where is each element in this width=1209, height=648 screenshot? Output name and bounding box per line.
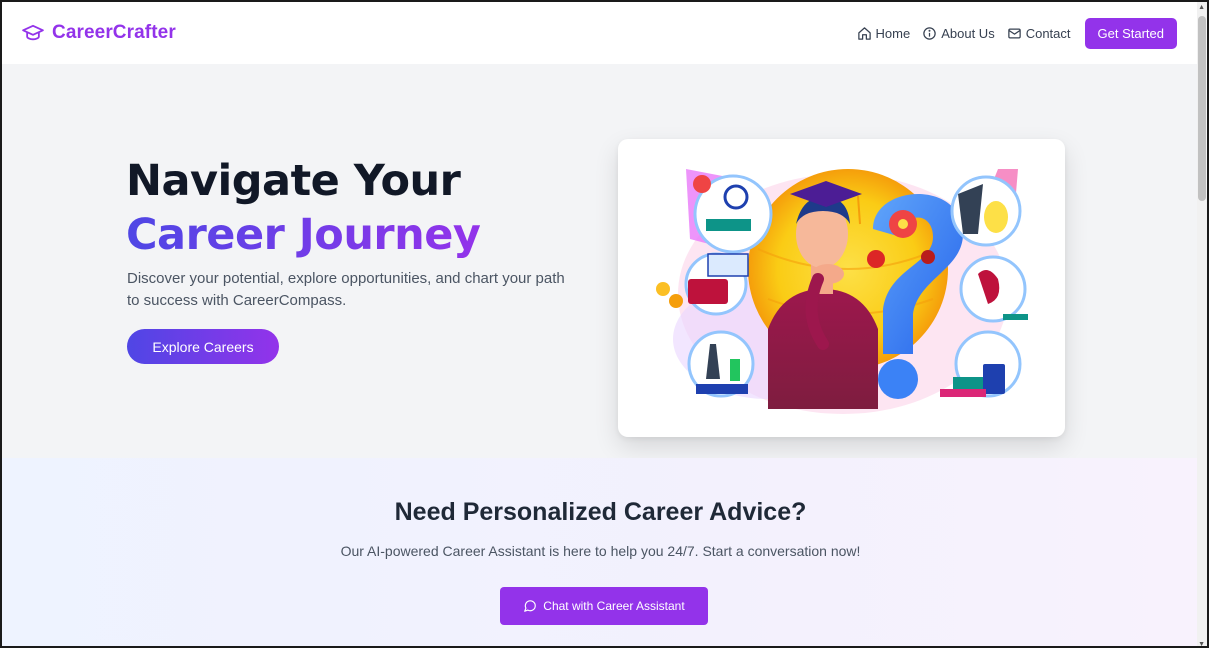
chat-button-label: Chat with Career Assistant — [543, 599, 685, 613]
nav-menu: Home About Us Contact Get Started — [857, 17, 1177, 49]
nav-link-label: Contact — [1025, 25, 1071, 41]
career-advice-section: Need Personalized Career Advice? Our AI-… — [2, 458, 1199, 646]
nav-link-contact[interactable]: Contact — [1007, 26, 1071, 41]
scroll-down-arrow-icon[interactable]: ▼ — [1198, 641, 1205, 646]
scroll-up-arrow-icon[interactable]: ▲ — [1198, 4, 1205, 11]
hero-subtitle: Discover your potential, explore opportu… — [127, 270, 565, 309]
advice-title: Need Personalized Career Advice? — [394, 498, 807, 526]
page-scrollbar[interactable]: ▲ ▼ — [1197, 2, 1207, 646]
brand-logo[interactable]: CareerCrafter — [22, 22, 176, 44]
info-icon — [923, 26, 936, 40]
navbar: CareerCrafter Home About Us Contact Get … — [2, 2, 1199, 64]
mail-icon — [1007, 28, 1021, 38]
hero-title-line2: Career Journey — [126, 210, 481, 260]
browser-viewport: CareerCrafter Home About Us Contact Get … — [0, 0, 1209, 648]
hero-illustration-card — [618, 139, 1065, 437]
career-illustration — [656, 169, 1028, 414]
nav-link-home[interactable]: Home — [857, 25, 911, 41]
hero-title: Navigate Your Career Journey — [126, 154, 481, 262]
graduation-cap-icon — [22, 24, 44, 41]
nav-link-label: About Us — [941, 25, 995, 41]
explore-careers-button[interactable]: Explore Careers — [127, 329, 279, 364]
nav-link-label: Home — [875, 25, 911, 41]
scrollbar-thumb[interactable] — [1198, 16, 1206, 201]
hero-section: Navigate Your Career Journey Discover yo… — [2, 64, 1199, 458]
hero-title-line1: Navigate Your — [126, 156, 461, 206]
brand-name: CareerCrafter — [52, 22, 176, 43]
nav-link-about[interactable]: About Us — [922, 25, 995, 41]
advice-subtitle: Our AI-powered Career Assistant is here … — [340, 543, 861, 559]
chat-bubble-icon — [524, 600, 537, 612]
chat-assistant-button[interactable]: Chat with Career Assistant — [500, 587, 708, 625]
home-icon — [857, 26, 871, 40]
get-started-button[interactable]: Get Started — [1084, 17, 1177, 49]
